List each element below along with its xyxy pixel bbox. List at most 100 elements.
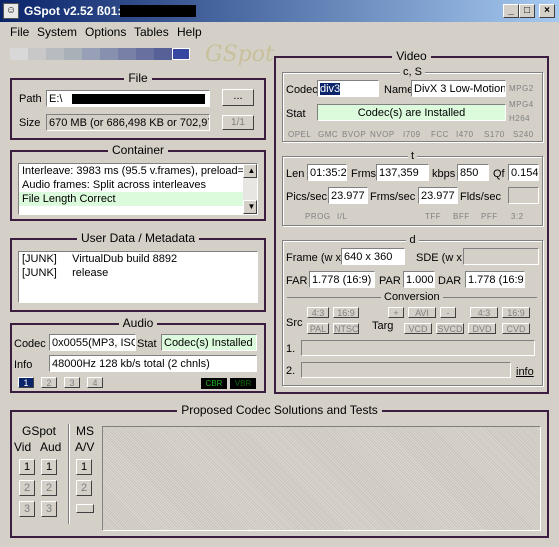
src-ntsc-button[interactable]: NTSC xyxy=(333,323,359,334)
size-label: Size xyxy=(19,117,41,129)
container-line: Audio frames: Split across interleaves xyxy=(22,179,207,191)
targ-minus-button[interactable]: - xyxy=(440,307,456,318)
targ-avi-button[interactable]: AVI xyxy=(408,307,436,318)
flds-sec-label: Flds/sec xyxy=(460,191,501,203)
aud-2-button[interactable]: 2 xyxy=(41,480,57,496)
vid-3-button[interactable]: 3 xyxy=(19,501,35,517)
color-swatch[interactable] xyxy=(118,48,136,60)
audio-codec-field[interactable]: 0x0055(MP3, ISO xyxy=(49,334,136,351)
targ-43-button[interactable]: 4:3 xyxy=(470,307,498,318)
conversion-label: Conversion xyxy=(381,291,443,303)
targ-plus-button[interactable]: + xyxy=(388,307,404,318)
audio-stat-field: Codec(s) Installed xyxy=(161,334,257,351)
menu-bar: File System Options Tables Help xyxy=(0,22,559,41)
aud-3-button[interactable]: 3 xyxy=(41,501,57,517)
flag-32: 3:2 xyxy=(511,212,524,221)
vbr-indicator: VBR xyxy=(230,378,256,389)
audio-tab-2[interactable]: 2 xyxy=(41,377,57,388)
color-swatch[interactable] xyxy=(10,48,28,60)
video-codec-field[interactable]: div3 xyxy=(317,80,379,97)
flag-prog: PROG xyxy=(305,212,331,221)
audio-legend: Audio xyxy=(118,316,158,330)
menu-help[interactable]: Help xyxy=(177,25,202,39)
flds-sec-field xyxy=(508,187,539,204)
color-swatch[interactable] xyxy=(136,48,154,60)
audio-tab-4[interactable]: 4 xyxy=(87,377,103,388)
flag-gmc: GMC xyxy=(318,130,339,139)
scroll-down-icon[interactable]: ▼ xyxy=(243,200,257,214)
vid-2-button[interactable]: 2 xyxy=(19,480,35,496)
file-group: File Path E:\ ... Size 670 MB (or 686,49… xyxy=(10,71,266,140)
window-title: GSpot v2.52 ß01: xyxy=(24,4,122,18)
video-legend: Video xyxy=(392,49,431,63)
gspot-face-icon[interactable]: ☺ xyxy=(3,3,19,19)
src-169-button[interactable]: 16:9 xyxy=(333,307,359,318)
color-swatch[interactable] xyxy=(154,48,172,60)
av-label: A/V xyxy=(75,440,95,454)
userdata-listbox[interactable]: [JUNK] VirtualDub build 8892 [JUNK] rele… xyxy=(18,251,258,303)
d-section: d Frame (w x 640 x 360 SDE (w x FAR 1.77… xyxy=(282,234,543,386)
menu-options[interactable]: Options xyxy=(85,25,126,39)
kbps-field: 850 xyxy=(457,164,489,181)
gspot-logo: GSpot xyxy=(205,42,274,67)
color-swatch[interactable] xyxy=(82,48,100,60)
color-swatch[interactable] xyxy=(100,48,118,60)
vid-1-button[interactable]: 1 xyxy=(19,459,35,475)
flag-opel: OPEL xyxy=(288,130,312,139)
audio-tab-3[interactable]: 3 xyxy=(64,377,80,388)
kbps-label: kbps xyxy=(432,168,456,180)
ms-1-button[interactable]: 1 xyxy=(76,459,92,475)
targ-169-button[interactable]: 16:9 xyxy=(502,307,530,318)
gspot-label: GSpot xyxy=(22,424,57,438)
aud-1-button[interactable]: 1 xyxy=(41,459,57,475)
flag-bff: BFF xyxy=(453,212,470,221)
dar-label: DAR xyxy=(438,275,462,287)
color-swatch[interactable] xyxy=(64,48,82,60)
minimize-button[interactable]: _ xyxy=(503,4,519,18)
d-legend: d xyxy=(406,234,419,246)
h264-flag: H264 xyxy=(509,114,531,123)
redacted-filename xyxy=(120,5,196,17)
flag-i709: I709 xyxy=(403,130,421,139)
mpg2-flag: MPG2 xyxy=(509,84,534,93)
dar-field: 1.778 (16:9) xyxy=(465,271,525,288)
color-swatch[interactable] xyxy=(28,48,46,60)
page-indicator[interactable]: 1/1 xyxy=(222,115,254,130)
scroll-up-icon[interactable]: ▲ xyxy=(243,164,257,178)
menu-tables[interactable]: Tables xyxy=(134,25,169,39)
size-field: 670 MB (or 686,498 KB or 702,97 xyxy=(46,114,210,131)
browse-button[interactable]: ... xyxy=(222,89,254,106)
ms-label: MS xyxy=(76,424,94,438)
flag-il: I/L xyxy=(337,212,348,221)
container-scrollbar[interactable]: ▲ ▼ xyxy=(243,164,257,214)
container-line: Interleave: 3983 ms (95.5 v.frames), pre… xyxy=(22,165,251,177)
src-43-button[interactable]: 4:3 xyxy=(307,307,329,318)
targ-cvd-button[interactable]: CVD xyxy=(502,323,530,334)
close-button[interactable]: × xyxy=(539,4,555,18)
audio-tab-1[interactable]: 1 xyxy=(18,377,34,388)
menu-file[interactable]: File xyxy=(10,25,29,39)
audio-group: Audio Codec 0x0055(MP3, ISO Stat Codec(s… xyxy=(10,316,266,393)
userdata-group: User Data / Metadata [JUNK] VirtualDub b… xyxy=(10,231,266,312)
color-swatch[interactable] xyxy=(46,48,64,60)
targ-svcd-button[interactable]: SVCD xyxy=(436,323,464,334)
color-swatch-selected[interactable] xyxy=(172,48,190,60)
par-field: 1.000 xyxy=(403,271,435,288)
ms-2-button[interactable]: 2 xyxy=(76,480,92,496)
src-label: Src xyxy=(286,317,303,329)
frms-sec-field: 23.977 xyxy=(418,187,458,204)
flag-tff: TFF xyxy=(425,212,442,221)
flag-bvop: BVOP xyxy=(342,130,367,139)
targ-dvd-button[interactable]: DVD xyxy=(468,323,496,334)
menu-system[interactable]: System xyxy=(37,25,77,39)
frms-sec-label: Frms/sec xyxy=(370,191,416,203)
flag-fcc: FCC xyxy=(431,130,449,139)
cs-legend: c, S xyxy=(400,66,425,78)
targ-vcd-button[interactable]: VCD xyxy=(404,323,432,334)
maximize-button[interactable]: □ xyxy=(519,4,535,18)
ms-extra-button[interactable] xyxy=(76,504,94,513)
src-pal-button[interactable]: PAL xyxy=(307,323,329,334)
container-listbox[interactable]: Interleave: 3983 ms (95.5 v.frames), pre… xyxy=(18,163,258,215)
video-name-label: Name xyxy=(384,84,414,96)
info-link[interactable]: info xyxy=(516,366,534,378)
